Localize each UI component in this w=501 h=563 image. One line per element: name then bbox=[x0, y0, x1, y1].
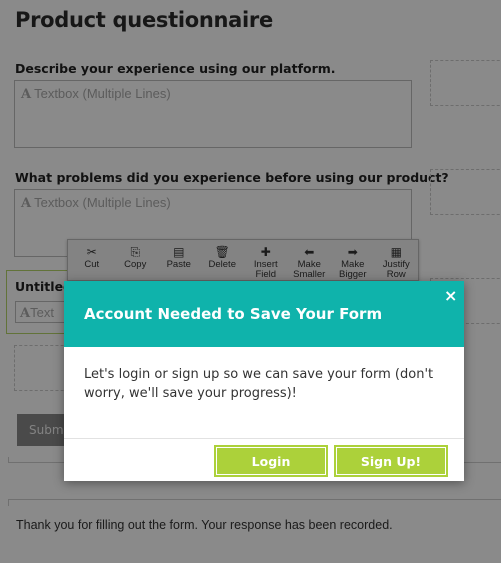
modal-divider bbox=[64, 438, 464, 439]
sign-up-button[interactable]: Sign Up! bbox=[334, 445, 448, 477]
login-button[interactable]: Login bbox=[214, 445, 328, 477]
modal-title: Account Needed to Save Your Form bbox=[84, 305, 383, 323]
account-needed-modal: Account Needed to Save Your Form × Let's… bbox=[64, 281, 464, 481]
modal-header: Account Needed to Save Your Form × bbox=[64, 281, 464, 347]
close-icon[interactable]: × bbox=[444, 286, 457, 305]
modal-message: Let's login or sign up so we can save yo… bbox=[84, 367, 434, 401]
